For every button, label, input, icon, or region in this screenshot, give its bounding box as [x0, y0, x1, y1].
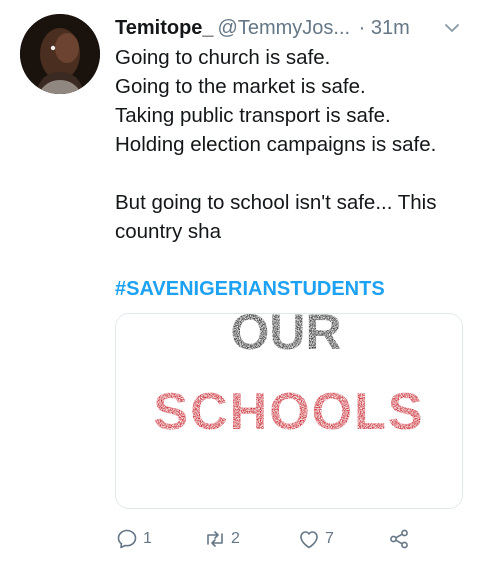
author-handle[interactable]: @TemmyJos...: [218, 17, 351, 39]
tweet-line: Holding election campaigns is safe.: [115, 133, 437, 156]
share-button[interactable]: [387, 524, 411, 554]
like-count: 7: [325, 530, 334, 547]
reply-icon: [117, 529, 137, 549]
hashtag-link[interactable]: #SAVENIGERIANSTUDENTS: [115, 276, 385, 302]
tweet-line: Going to church is safe.: [115, 46, 331, 69]
retweet-count: 2: [231, 530, 240, 547]
like-button[interactable]: 7: [297, 524, 334, 554]
media-text-schools: SCHOOLS: [153, 383, 424, 441]
tweet-text: Going to church is safe. Going to the ma…: [115, 43, 470, 246]
media-card[interactable]: OUR SCHOOLS: [115, 313, 463, 509]
author-name[interactable]: Temitope_: [115, 17, 214, 39]
reply-button[interactable]: 1: [115, 524, 152, 554]
tweet-line: country sha: [115, 220, 221, 243]
retweet-icon: [207, 531, 223, 547]
media-image: OUR SCHOOLS: [116, 314, 462, 508]
retweet-button[interactable]: 2: [203, 524, 240, 554]
share-icon: [390, 529, 408, 549]
avatar-image: [20, 14, 100, 94]
tweet-actions: 1 2 7: [115, 524, 461, 554]
tweet-line: Going to the market is safe.: [115, 75, 366, 98]
media-text-our: OUR: [230, 314, 341, 360]
line-break: [115, 159, 470, 188]
like-icon: [300, 531, 318, 549]
separator-dot: ·: [358, 17, 366, 39]
chevron-down-icon[interactable]: [444, 20, 460, 36]
tweet-line: But going to school isn't safe... This: [115, 191, 437, 214]
reply-count: 1: [143, 530, 152, 547]
tweet-line: Taking public transport is safe.: [115, 104, 391, 127]
avatar[interactable]: [20, 14, 100, 94]
tweet-header: Temitope_ @TemmyJos... · 31m: [115, 14, 466, 42]
timestamp[interactable]: 31m: [371, 17, 410, 39]
tweet[interactable]: Temitope_ @TemmyJos... · 31m Going to chu…: [0, 0, 480, 561]
